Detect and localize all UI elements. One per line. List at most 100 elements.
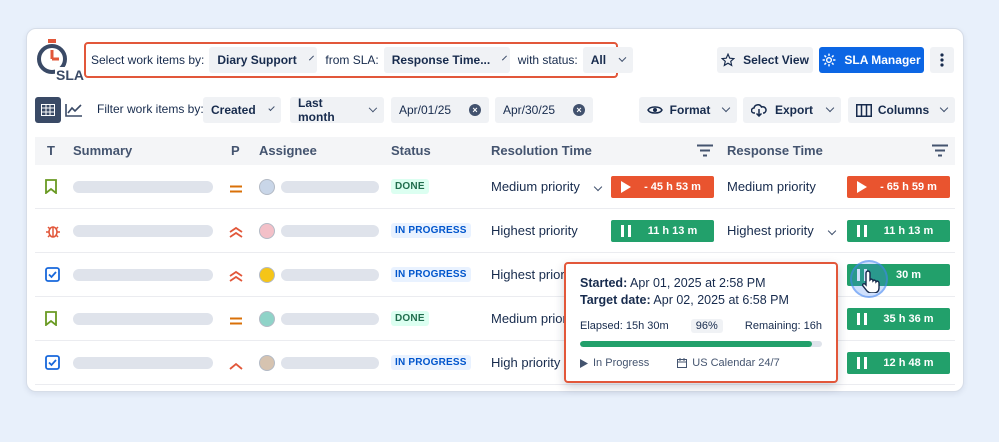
tooltip-state: In Progress: [580, 357, 663, 369]
table-row[interactable]: IN PROGRESS Highest priority 11 h 13 m Hig…: [35, 209, 955, 253]
chevron-down-icon: [369, 103, 378, 113]
bug-icon: [45, 223, 61, 244]
pause-icon: [615, 225, 637, 237]
response-timer[interactable]: - 65 h 59 m: [847, 176, 950, 198]
sla-dropdown[interactable]: Response Time...: [383, 47, 510, 73]
sla-tooltip: Started: Apr 01, 2025 at 2:58 PM Target …: [564, 262, 838, 383]
star-icon: [721, 53, 736, 67]
chevron-down-icon[interactable]: [827, 226, 837, 236]
calendar-icon: [677, 358, 688, 368]
bookmark-icon: [45, 311, 57, 331]
sla-filter-bar: Select work items by: Diary Support from…: [84, 42, 633, 78]
summary-placeholder[interactable]: [73, 225, 213, 237]
checkbox-icon: [45, 355, 60, 375]
column-status[interactable]: Status: [391, 143, 431, 158]
priority-medium-icon: [229, 313, 243, 331]
status-badge: DONE: [391, 179, 429, 194]
status-badge: IN PROGRESS: [391, 355, 471, 370]
response-priority: Highest priority: [727, 223, 814, 238]
tooltip-elapsed: Elapsed: 15h 30m: [580, 320, 669, 332]
export-button[interactable]: Export: [743, 97, 841, 123]
chevron-down-icon: [308, 55, 314, 61]
resolution-timer[interactable]: 11 h 13 m: [611, 220, 714, 242]
status-dropdown[interactable]: All: [582, 47, 633, 73]
sla-manager-button[interactable]: SLA Manager: [819, 47, 924, 73]
tooltip-calendar: US Calendar 24/7: [677, 357, 793, 369]
column-priority[interactable]: P: [231, 143, 240, 158]
select-view-button[interactable]: Select View: [717, 47, 813, 73]
avatar: [259, 267, 275, 283]
table-row[interactable]: DONE Medium priority - 45 h 53 m Medium pr…: [35, 165, 955, 209]
bookmark-icon: [45, 179, 57, 199]
priority-medium-icon: [229, 181, 243, 199]
filter-icon[interactable]: [697, 144, 713, 157]
priority-high-icon: [229, 357, 243, 375]
resolution-priority: High priority: [491, 355, 561, 370]
tooltip-percent: 96%: [690, 319, 723, 333]
tooltip-started: Started: Apr 01, 2025 at 2:58 PM: [580, 276, 766, 290]
chevron-down-icon: [618, 54, 627, 62]
column-assignee[interactable]: Assignee: [259, 143, 317, 158]
chevron-down-icon[interactable]: [593, 182, 603, 192]
summary-placeholder[interactable]: [73, 181, 213, 193]
assignee-placeholder: [281, 225, 379, 237]
chevron-down-icon: [939, 103, 949, 113]
column-type[interactable]: T: [47, 143, 55, 158]
sla-label: from SLA:: [325, 53, 379, 67]
checkbox-icon: [45, 267, 60, 287]
resolution-priority: Medium priority: [491, 179, 580, 194]
status-badge: DONE: [391, 311, 429, 326]
columns-button[interactable]: Columns: [848, 97, 955, 123]
more-options-button[interactable]: [930, 47, 954, 73]
resolution-timer[interactable]: - 45 h 53 m: [611, 176, 714, 198]
pause-icon: [851, 313, 873, 325]
tooltip-remaining: Remaining: 16h: [744, 320, 822, 332]
avatar: [259, 179, 275, 195]
status-badge: IN PROGRESS: [391, 267, 471, 282]
column-response-time[interactable]: Response Time: [727, 143, 823, 158]
clear-icon[interactable]: ×: [573, 104, 585, 116]
status-badge: IN PROGRESS: [391, 223, 471, 238]
play-icon: [851, 181, 873, 193]
column-resolution-time[interactable]: Resolution Time: [491, 143, 592, 158]
pause-icon: [851, 225, 873, 237]
range-dropdown[interactable]: Last month: [290, 96, 384, 124]
chevron-down-icon: [268, 104, 275, 112]
line-chart-icon: [65, 104, 82, 117]
tooltip-stats: Elapsed: 15h 30m 96% Remaining: 16h: [580, 319, 822, 333]
priority-highest-icon: [229, 269, 243, 287]
summary-placeholder[interactable]: [73, 269, 213, 281]
tooltip-footer: In Progress US Calendar 24/7: [580, 357, 822, 369]
sla-logo: SLA: [35, 37, 85, 83]
chevron-down-icon: [721, 103, 731, 113]
date-from-input[interactable]: Apr/01/25 ×: [391, 97, 489, 123]
table-icon: [41, 104, 55, 116]
summary-placeholder[interactable]: [73, 357, 213, 369]
work-items-dropdown[interactable]: Diary Support: [209, 47, 318, 73]
assignee-placeholder: [281, 357, 379, 369]
response-timer[interactable]: 35 h 36 m: [847, 308, 950, 330]
date-to-input[interactable]: Apr/30/25 ×: [495, 97, 593, 123]
column-summary[interactable]: Summary: [73, 143, 132, 158]
table-view-button[interactable]: [35, 97, 61, 123]
chevron-down-icon: [825, 103, 835, 113]
response-timer[interactable]: 11 h 13 m: [847, 220, 950, 242]
format-button[interactable]: Format: [639, 97, 737, 123]
priority-highest-icon: [229, 225, 243, 243]
eye-icon: [647, 106, 663, 114]
summary-placeholder[interactable]: [73, 313, 213, 325]
assignee-placeholder: [281, 181, 379, 193]
hand-cursor-icon: [862, 270, 880, 293]
avatar: [259, 355, 275, 371]
chart-view-button[interactable]: [61, 97, 87, 123]
tooltip-target: Target date: Apr 02, 2025 at 6:58 PM: [580, 293, 789, 307]
avatar: [259, 223, 275, 239]
filter-icon[interactable]: [932, 144, 948, 157]
response-timer[interactable]: 12 h 48 m: [847, 352, 950, 374]
created-dropdown[interactable]: Created: [203, 97, 281, 123]
avatar: [259, 311, 275, 327]
clear-icon[interactable]: ×: [469, 104, 481, 116]
logo-text: SLA: [55, 67, 85, 83]
play-icon: [615, 181, 637, 193]
more-vertical-icon: [940, 53, 944, 67]
